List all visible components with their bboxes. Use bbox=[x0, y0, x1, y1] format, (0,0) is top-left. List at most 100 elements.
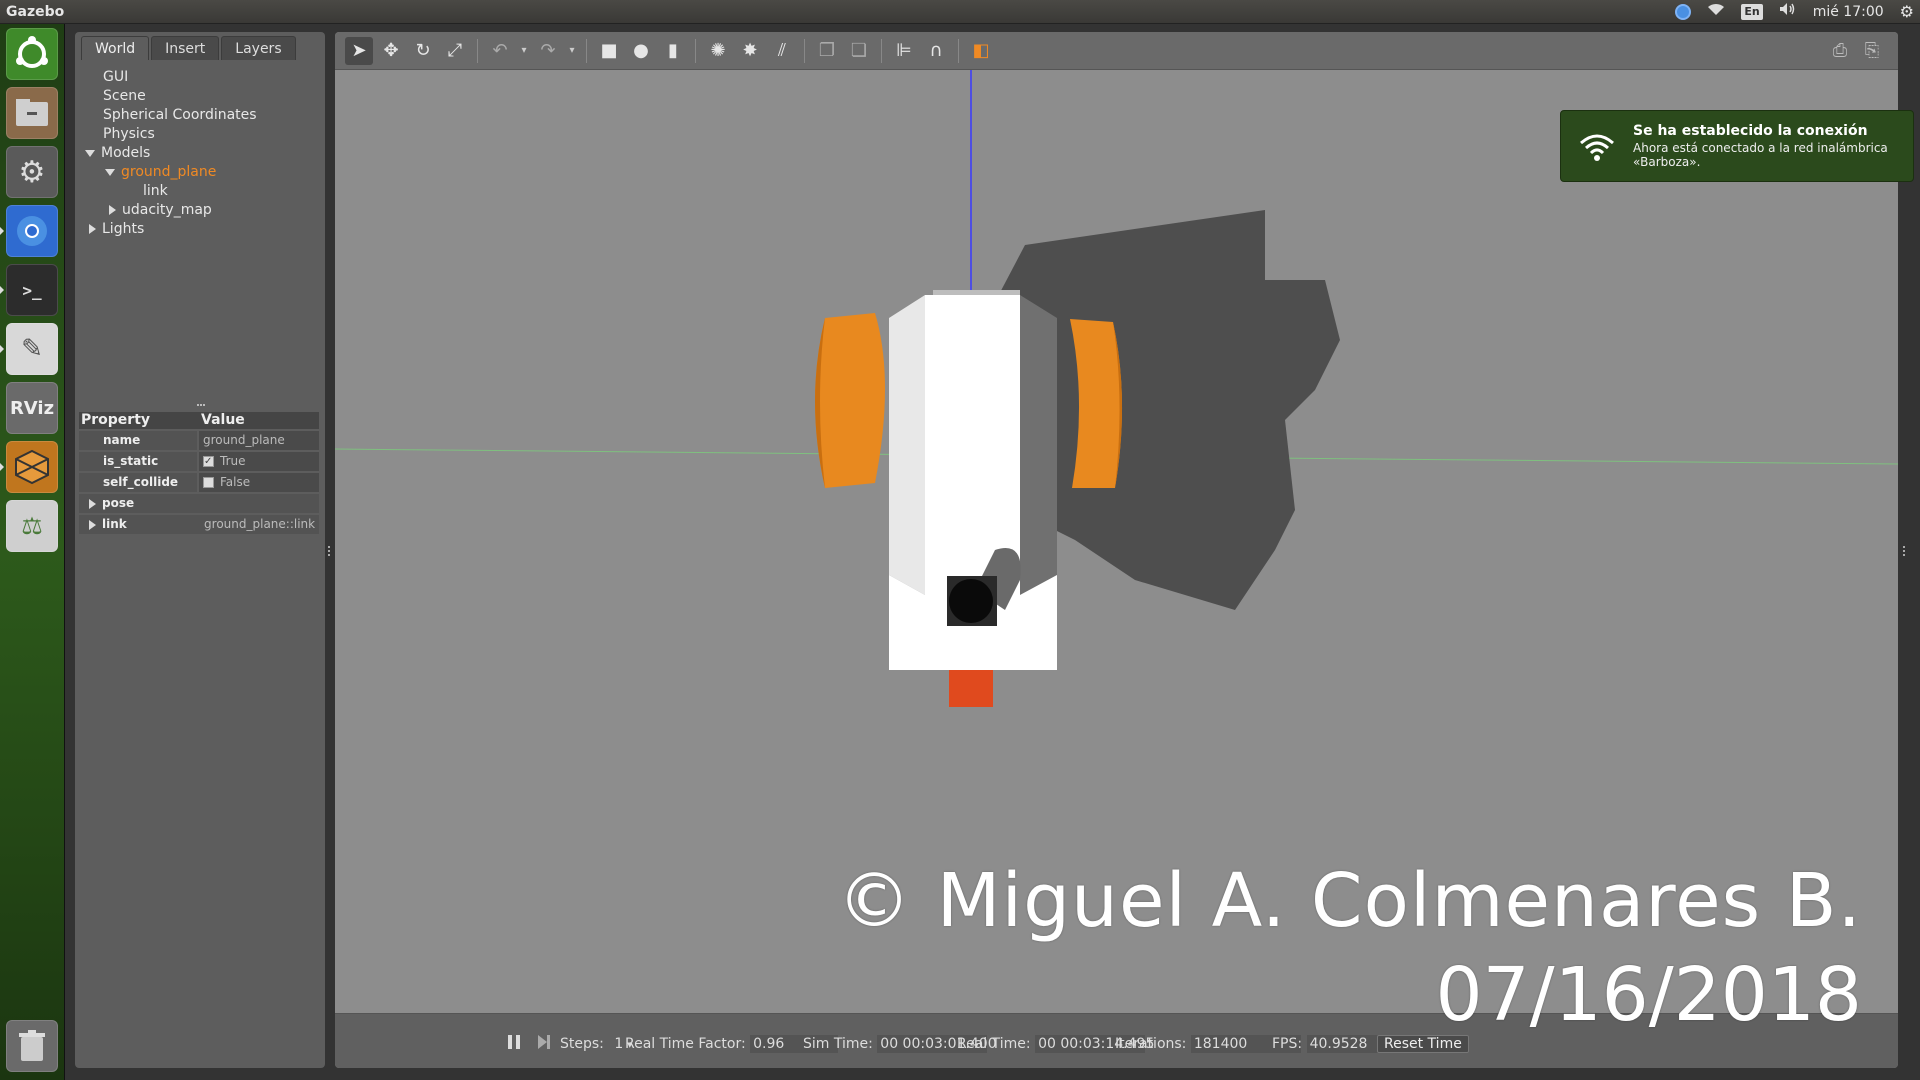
app-title: Gazebo bbox=[6, 4, 65, 20]
pause-icon[interactable] bbox=[507, 1034, 521, 1054]
launcher-running-pip bbox=[0, 286, 4, 294]
camera-lens bbox=[949, 579, 993, 623]
tree-item-gui[interactable]: GUI bbox=[75, 68, 325, 87]
text-editor-icon[interactable]: ✎ bbox=[6, 323, 58, 375]
wifi-icon bbox=[1577, 131, 1617, 167]
cylinder-shape-icon[interactable]: ▮ bbox=[659, 37, 687, 65]
tree-item-spherical-coordinates[interactable]: Spherical Coordinates bbox=[75, 106, 325, 125]
chromium-icon[interactable] bbox=[6, 205, 58, 257]
directional-light-icon[interactable]: ⫽ bbox=[768, 37, 796, 65]
toolbar-separator bbox=[586, 38, 587, 63]
ubuntu-dash-icon[interactable] bbox=[6, 28, 58, 80]
tree-item-link[interactable]: link bbox=[75, 182, 325, 201]
tab-world[interactable]: World bbox=[81, 36, 150, 60]
expand-arrow-icon[interactable] bbox=[105, 168, 115, 176]
left-wheel bbox=[815, 313, 885, 488]
copy-icon[interactable]: ❐ bbox=[813, 37, 841, 65]
toolbar-separator bbox=[958, 38, 959, 63]
property-row-is-static[interactable]: is_static True bbox=[79, 452, 319, 471]
main-3d-view: ➤ ✥ ↻ ⤢ ↶ ▾ ↷ ▾ ■ ● ▮ ✺ ✸ ⫽ ❐ ❏ ⊫ ∩ ◧ ⎙ … bbox=[335, 32, 1898, 1068]
software-center-icon[interactable]: ⚖ bbox=[6, 500, 58, 552]
scale-mode-icon[interactable]: ⤢ bbox=[441, 37, 469, 65]
expand-arrow-icon[interactable] bbox=[89, 519, 96, 530]
point-light-icon[interactable]: ✺ bbox=[704, 37, 732, 65]
property-row-name[interactable]: name ground_plane bbox=[79, 431, 319, 450]
chassis-right-face bbox=[1020, 295, 1057, 595]
undo-icon[interactable]: ↶ bbox=[486, 37, 514, 65]
collapse-arrow-icon[interactable] bbox=[109, 205, 116, 215]
property-table-header: Property Value bbox=[79, 412, 319, 429]
left-splitter-handle[interactable] bbox=[328, 546, 334, 556]
expand-arrow-icon[interactable] bbox=[85, 149, 95, 157]
tree-item-models[interactable]: Models bbox=[75, 144, 325, 163]
is-static-checkbox[interactable] bbox=[203, 452, 214, 471]
rotate-mode-icon[interactable]: ↻ bbox=[409, 37, 437, 65]
log-icon[interactable]: ⎘ bbox=[1858, 37, 1886, 65]
network-notification: Se ha establecido la conexión Ahora está… bbox=[1560, 110, 1914, 182]
gazebo-icon[interactable] bbox=[6, 441, 58, 493]
header-value: Value bbox=[201, 412, 245, 428]
chromium-tray-icon[interactable] bbox=[1675, 4, 1692, 20]
launcher-running-pip bbox=[0, 463, 4, 471]
wifi-icon[interactable] bbox=[1707, 0, 1725, 24]
toolbar-separator bbox=[477, 38, 478, 63]
system-tray: En mié 17:00 ⚙ bbox=[1675, 0, 1914, 24]
system-settings-icon[interactable]: ⚙ bbox=[6, 146, 58, 198]
step-icon[interactable] bbox=[537, 1034, 551, 1054]
volume-icon[interactable] bbox=[1779, 0, 1797, 24]
gear-icon[interactable]: ⚙ bbox=[1900, 0, 1914, 24]
translate-mode-icon[interactable]: ✥ bbox=[377, 37, 405, 65]
launcher: ⚙ >_ ✎ RViz ⚖ bbox=[0, 24, 65, 1080]
snap-icon[interactable]: ∩ bbox=[922, 37, 950, 65]
watermark-date: 07/16/2018 bbox=[1435, 952, 1862, 1038]
vertical-splitter-handle[interactable] bbox=[197, 404, 205, 408]
toolbar-separator bbox=[881, 38, 882, 63]
tab-layers[interactable]: Layers bbox=[221, 36, 296, 60]
iterations-label: Iterations: bbox=[1115, 1036, 1187, 1052]
rviz-label: RViz bbox=[9, 397, 55, 419]
keyboard-layout-indicator[interactable]: En bbox=[1741, 4, 1763, 20]
collapse-arrow-icon[interactable] bbox=[89, 224, 96, 234]
tree-item-ground-plane[interactable]: ground_plane bbox=[75, 163, 325, 182]
gazebo-window: World Insert Layers GUI Scene Spherical … bbox=[65, 24, 1920, 1080]
trash-icon[interactable] bbox=[6, 1020, 58, 1072]
screenshot-icon[interactable]: ⎙ bbox=[1826, 37, 1854, 65]
rtf-label: Real Time Factor: bbox=[625, 1036, 746, 1052]
expand-arrow-icon[interactable] bbox=[89, 498, 96, 509]
tree-item-physics[interactable]: Physics bbox=[75, 125, 325, 144]
tab-insert[interactable]: Insert bbox=[151, 36, 220, 60]
view-angle-icon[interactable]: ◧ bbox=[967, 37, 995, 65]
files-icon[interactable] bbox=[6, 87, 58, 139]
tree-item-scene[interactable]: Scene bbox=[75, 87, 325, 106]
notification-body: Ahora está conectado a la red inalámbric… bbox=[1633, 141, 1888, 169]
property-row-self-collide[interactable]: self_collide False bbox=[79, 473, 319, 492]
undo-history-icon[interactable]: ▾ bbox=[518, 37, 530, 65]
sphere-shape-icon[interactable]: ● bbox=[627, 37, 655, 65]
tree-item-udacity-map[interactable]: udacity_map bbox=[75, 201, 325, 220]
main-toolbar: ➤ ✥ ↻ ⤢ ↶ ▾ ↷ ▾ ■ ● ▮ ✺ ✸ ⫽ ❐ ❏ ⊫ ∩ ◧ ⎙ … bbox=[335, 32, 1898, 70]
toolbar-separator bbox=[804, 38, 805, 63]
terminal-icon[interactable]: >_ bbox=[6, 264, 58, 316]
steps-spinbox[interactable]: 1 bbox=[614, 1036, 623, 1052]
property-table: Property Value name ground_plane is_stat… bbox=[79, 412, 319, 534]
clock[interactable]: mié 17:00 bbox=[1813, 0, 1884, 24]
notification-title: Se ha establecido la conexión bbox=[1633, 123, 1868, 139]
align-icon[interactable]: ⊫ bbox=[890, 37, 918, 65]
launcher-running-pip bbox=[0, 227, 4, 235]
property-group-pose[interactable]: pose bbox=[79, 494, 319, 513]
tree-item-lights[interactable]: Lights bbox=[75, 220, 325, 239]
spot-light-icon[interactable]: ✸ bbox=[736, 37, 764, 65]
select-mode-icon[interactable]: ➤ bbox=[345, 36, 373, 65]
redo-history-icon[interactable]: ▾ bbox=[566, 37, 578, 65]
paste-icon[interactable]: ❏ bbox=[845, 37, 873, 65]
redo-icon[interactable]: ↷ bbox=[534, 37, 562, 65]
right-splitter-handle[interactable] bbox=[1903, 546, 1909, 556]
self-collide-checkbox[interactable] bbox=[203, 477, 214, 488]
top-panel: Gazebo En mié 17:00 ⚙ bbox=[0, 0, 1920, 24]
chassis-left-face bbox=[889, 295, 925, 595]
property-group-link[interactable]: link ground_plane::link bbox=[79, 515, 319, 534]
toolbar-separator bbox=[695, 38, 696, 63]
rviz-icon[interactable]: RViz bbox=[6, 382, 58, 434]
box-shape-icon[interactable]: ■ bbox=[595, 37, 623, 65]
left-panel: World Insert Layers GUI Scene Spherical … bbox=[75, 32, 325, 1068]
